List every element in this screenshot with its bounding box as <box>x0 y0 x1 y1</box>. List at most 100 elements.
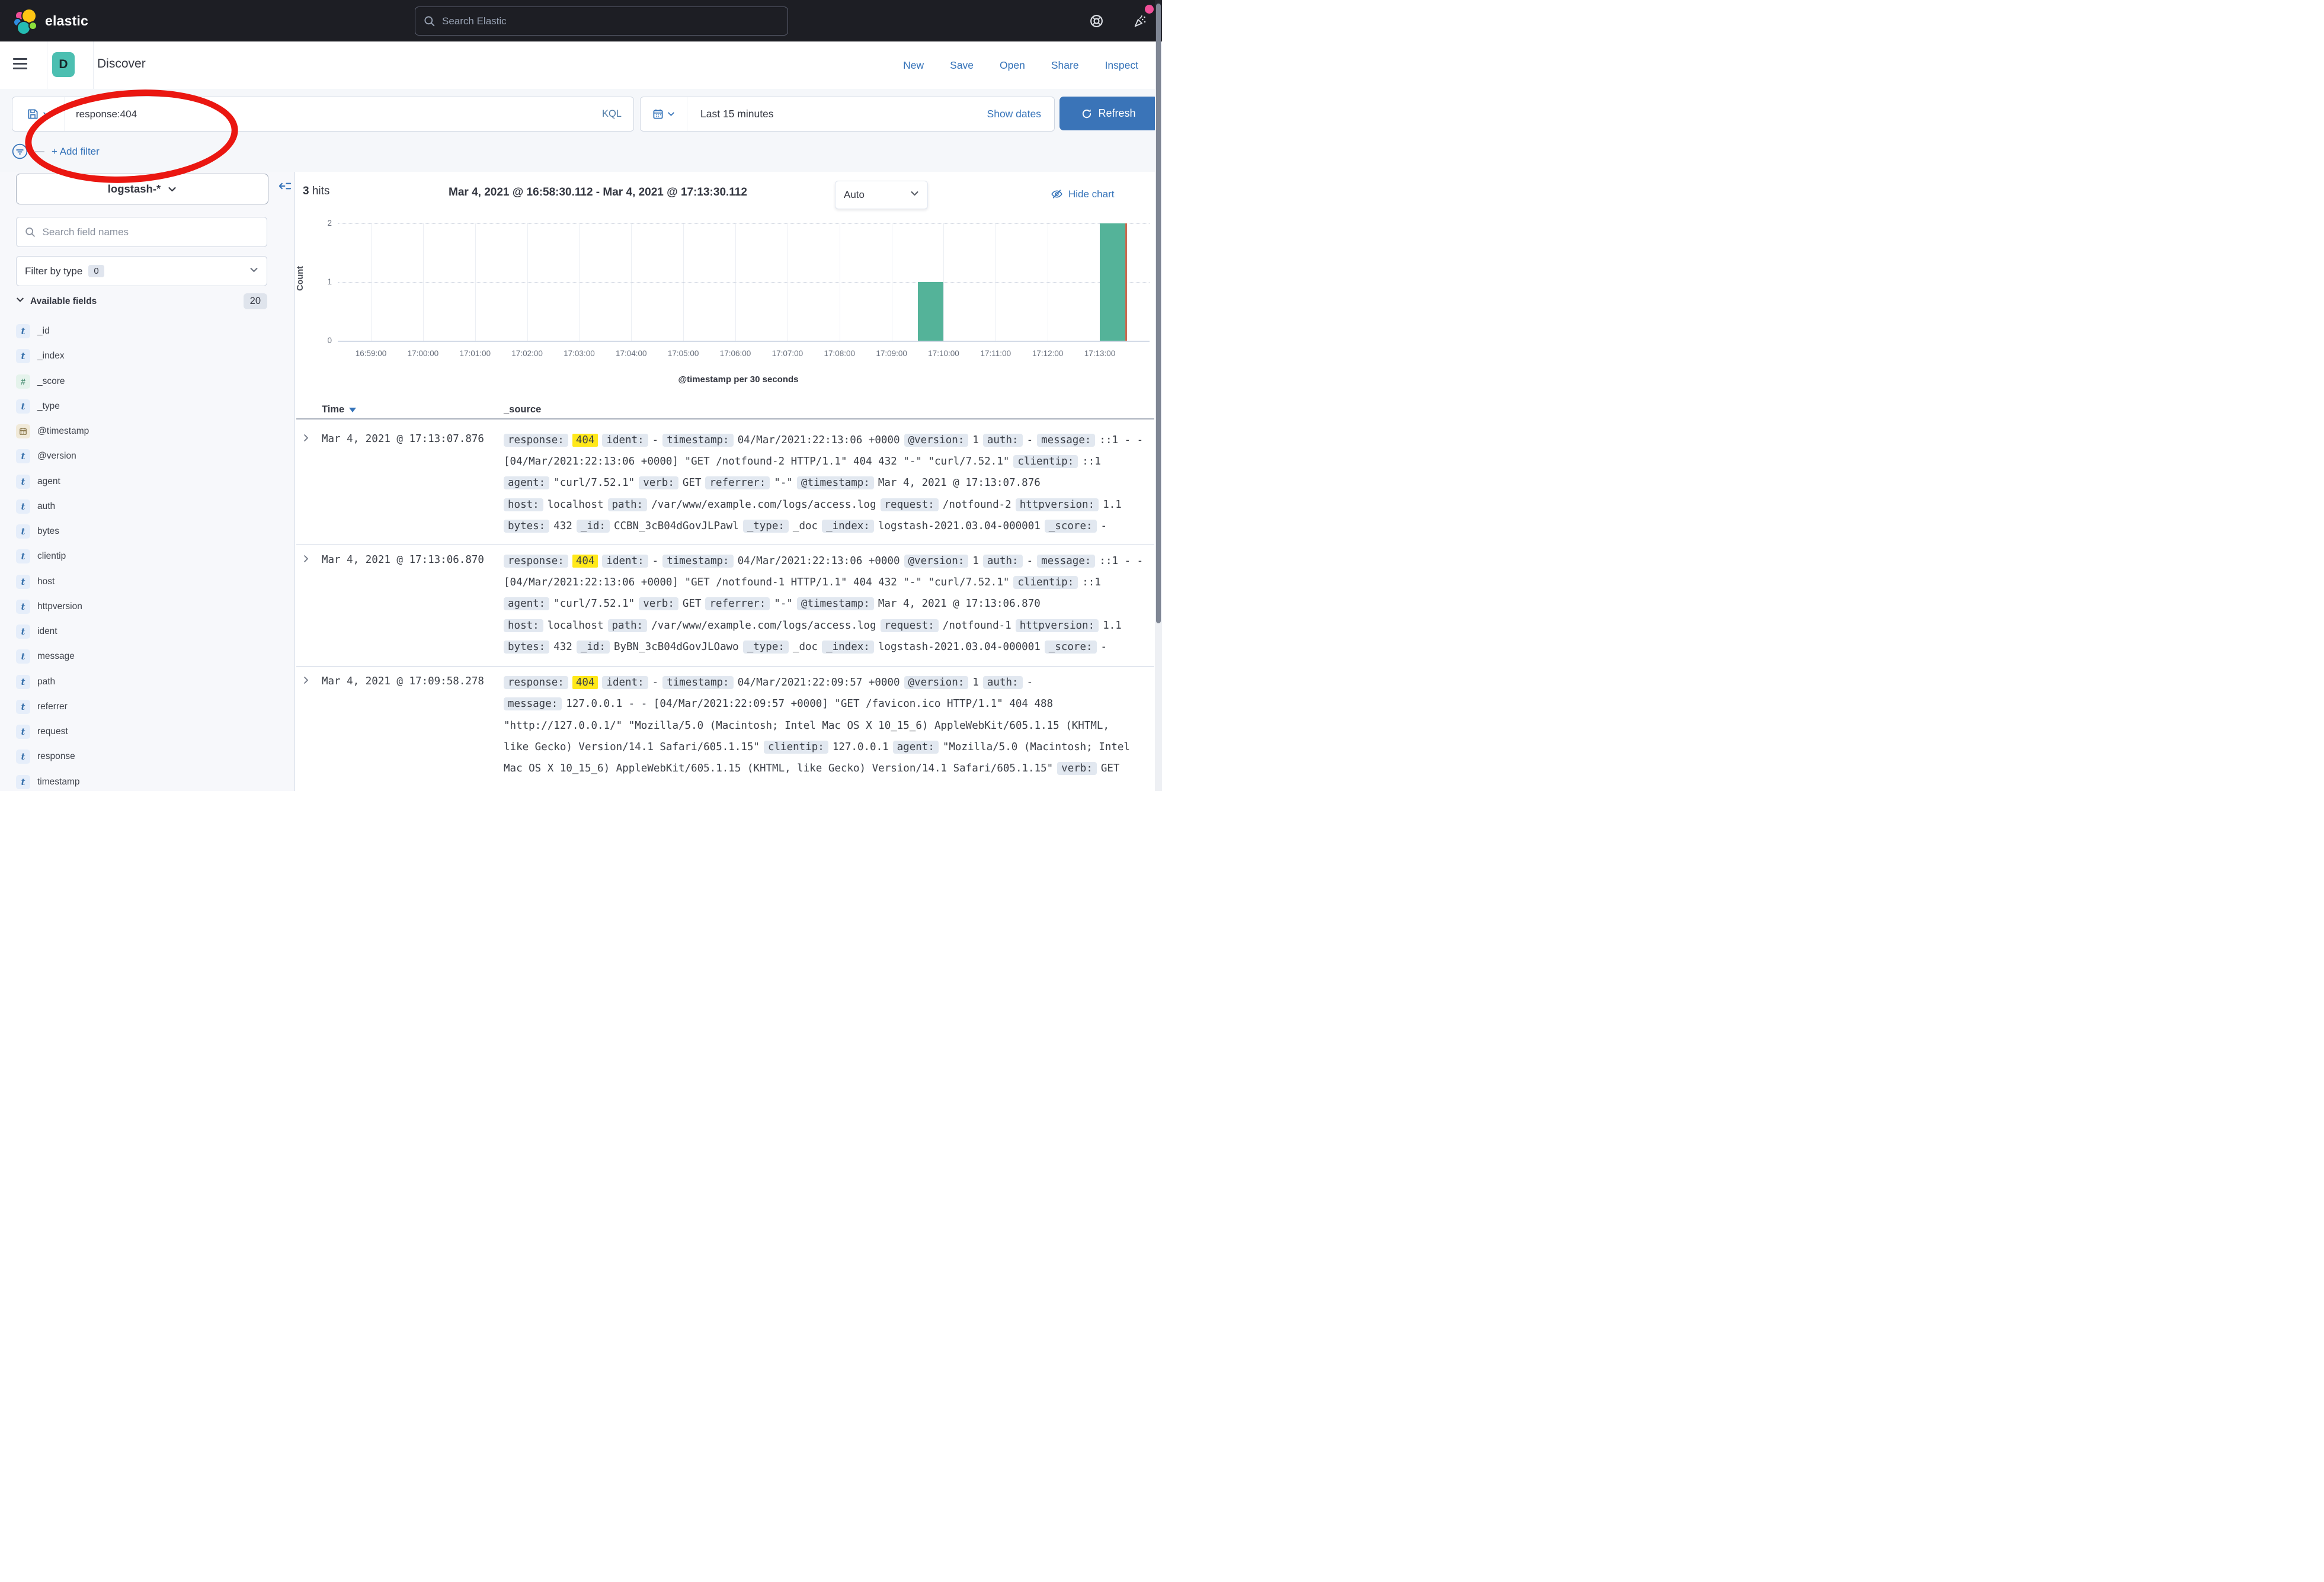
x-tick-label: 17:13:00 <box>1073 349 1126 358</box>
field-chip: bytes: <box>504 641 549 654</box>
field-chip: @timestamp: <box>797 476 874 489</box>
field-search[interactable] <box>16 217 267 247</box>
field-value: "curl/7.52.1" <box>553 477 635 489</box>
field-item-@version[interactable]: t@version <box>16 444 277 469</box>
nav-action-inspect[interactable]: Inspect <box>1105 59 1138 72</box>
histogram-bar[interactable] <box>1100 223 1126 341</box>
filter-menu-icon[interactable] <box>12 143 28 159</box>
show-dates-button[interactable]: Show dates <box>987 108 1054 120</box>
nav-action-share[interactable]: Share <box>1051 59 1079 72</box>
field-value: ByBN_3cB04dGovJLOawo <box>614 641 739 653</box>
field-value: GET <box>683 598 702 610</box>
source-line: [04/Mar/2021:22:13:06 +0000] "GET /notfo… <box>504 572 1155 593</box>
field-value: ::1 <box>1082 577 1101 588</box>
field-search-input[interactable] <box>41 226 267 239</box>
field-value: CCBN_3cB04dGovJLPawl <box>614 520 739 532</box>
nav-action-save[interactable]: Save <box>950 59 974 72</box>
field-item-response[interactable]: tresponse <box>16 744 277 769</box>
doc-timestamp: Mar 4, 2021 @ 17:13:06.870 <box>322 554 484 566</box>
field-value: 432 <box>553 641 572 653</box>
saved-query-icon <box>27 108 39 120</box>
source-line: host:localhostpath:/var/www/example.com/… <box>504 615 1155 636</box>
available-fields-count: 20 <box>244 293 267 309</box>
field-item-message[interactable]: tmessage <box>16 644 277 669</box>
available-fields-header[interactable]: Available fields 20 <box>16 293 267 309</box>
newsfeed-icon[interactable] <box>1133 14 1148 31</box>
field-value: like Gecko) Version/14.1 Safari/605.1.15… <box>504 741 760 753</box>
field-item-@timestamp[interactable]: @timestamp <box>16 419 277 444</box>
field-item-_id[interactable]: t_id <box>16 319 277 344</box>
field-name: ident <box>37 626 57 637</box>
fields-sidebar: logstash-* Filter by type 0 Available fi… <box>0 172 295 791</box>
nav-action-new[interactable]: New <box>903 59 924 72</box>
collapse-sidebar-icon[interactable] <box>279 180 292 196</box>
field-value: - <box>1027 555 1033 567</box>
x-tick-label: 17:08:00 <box>813 349 866 358</box>
field-item-ident[interactable]: tident <box>16 619 277 644</box>
field-item-host[interactable]: thost <box>16 569 277 594</box>
refresh-icon <box>1081 108 1092 119</box>
expand-row-icon[interactable] <box>302 676 310 687</box>
field-chip: ident: <box>602 555 648 568</box>
add-filter-button[interactable]: + Add filter <box>52 146 100 158</box>
expand-row-icon[interactable] <box>302 555 310 566</box>
field-item-timestamp[interactable]: ttimestamp <box>16 770 277 792</box>
elastic-logo[interactable]: elastic <box>13 8 88 33</box>
saved-query-menu-button[interactable] <box>12 97 65 131</box>
text-type-icon: t <box>16 675 30 689</box>
interval-select[interactable]: Auto <box>835 181 928 209</box>
hide-chart-button[interactable]: Hide chart <box>1051 188 1114 200</box>
field-item-httpversion[interactable]: thttpversion <box>16 594 277 619</box>
field-value: 04/Mar/2021:22:13:06 +0000 <box>738 555 900 567</box>
source-line: response:404ident:-timestamp:04/Mar/2021… <box>504 430 1155 451</box>
nav-action-open[interactable]: Open <box>1000 59 1025 72</box>
field-value: "Mozilla/5.0 (Macintosh; Intel <box>943 741 1130 753</box>
x-tick-label: 17:09:00 <box>865 349 918 358</box>
x-tick-label: 17:05:00 <box>657 349 710 358</box>
field-item-path[interactable]: tpath <box>16 670 277 694</box>
field-item-auth[interactable]: tauth <box>16 494 277 519</box>
menu-icon[interactable] <box>13 58 27 72</box>
date-picker-toggle[interactable] <box>641 97 687 131</box>
field-item-_score[interactable]: #_score <box>16 369 277 394</box>
column-header-source[interactable]: _source <box>504 404 541 415</box>
field-value: Mar 4, 2021 @ 17:13:06.870 <box>878 598 1041 610</box>
filter-by-type[interactable]: Filter by type 0 <box>16 256 267 286</box>
field-item-referrer[interactable]: treferrer <box>16 694 277 719</box>
query-input[interactable] <box>65 108 590 120</box>
gridline <box>338 282 1150 283</box>
text-type-icon: t <box>16 649 30 664</box>
scrollbar-thumb[interactable] <box>1156 4 1161 623</box>
field-item-clientip[interactable]: tclientip <box>16 544 277 569</box>
top-nav-actions: New Save Open Share Inspect <box>903 41 1138 89</box>
field-value: [04/Mar/2021:22:13:06 +0000] "GET /notfo… <box>504 456 1009 467</box>
field-item-request[interactable]: trequest <box>16 719 277 744</box>
field-item-_index[interactable]: t_index <box>16 344 277 369</box>
field-item-_type[interactable]: t_type <box>16 394 277 419</box>
x-tick-label: 17:04:00 <box>604 349 658 358</box>
histogram-bar[interactable] <box>918 282 944 341</box>
field-value: _doc <box>793 520 818 532</box>
help-icon[interactable] <box>1089 14 1104 31</box>
field-chip: host: <box>504 498 543 511</box>
field-chip: response: <box>504 676 568 689</box>
x-tick-label: 17:07:00 <box>761 349 814 358</box>
source-line: message:127.0.0.1 - - [04/Mar/2021:22:09… <box>504 693 1155 715</box>
field-item-bytes[interactable]: tbytes <box>16 519 277 544</box>
field-value: ::1 - - <box>1099 434 1143 446</box>
field-value: - <box>652 677 659 688</box>
app-badge[interactable]: D <box>52 52 75 77</box>
expand-row-icon[interactable] <box>302 434 310 445</box>
refresh-button[interactable]: Refresh <box>1059 97 1158 130</box>
field-chip: httpversion: <box>1016 619 1099 632</box>
time-range-value[interactable]: Last 15 minutes <box>687 108 987 120</box>
field-item-agent[interactable]: tagent <box>16 469 277 494</box>
query-language-button[interactable]: KQL <box>590 108 633 120</box>
source-line: agent:"curl/7.52.1"verb:GETreferrer:"-"@… <box>504 593 1155 614</box>
global-search-input[interactable] <box>441 15 779 28</box>
global-search[interactable] <box>415 7 788 36</box>
index-pattern-selector[interactable]: logstash-* <box>16 174 268 204</box>
column-header-time[interactable]: Time <box>322 404 356 415</box>
field-value: 1 <box>972 434 979 446</box>
field-name: @version <box>37 451 76 462</box>
